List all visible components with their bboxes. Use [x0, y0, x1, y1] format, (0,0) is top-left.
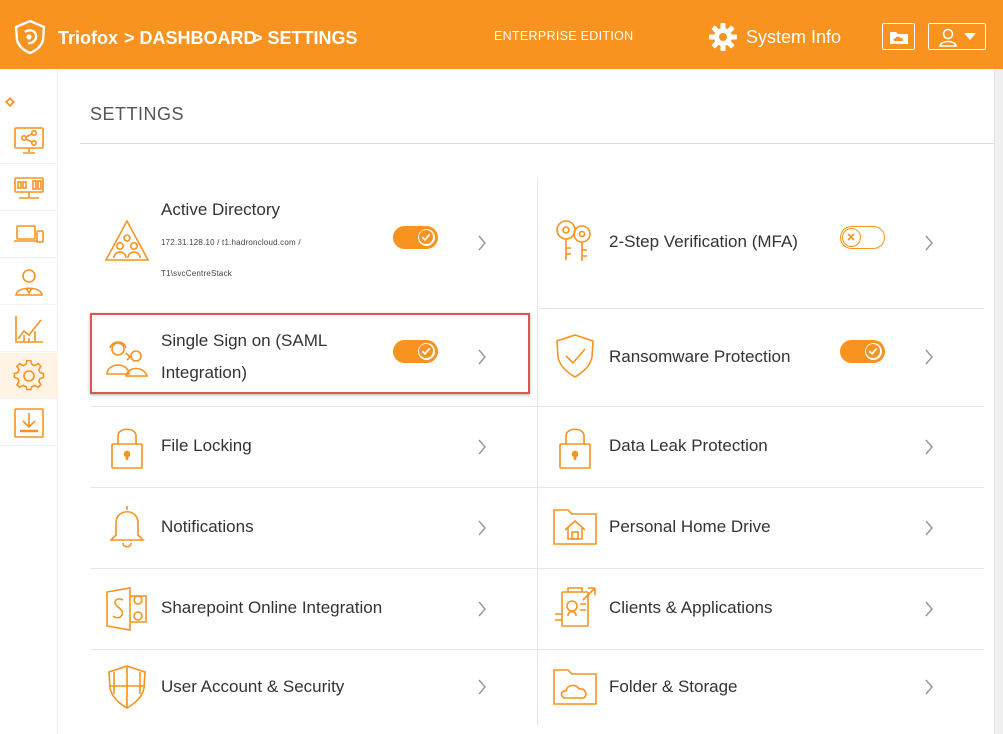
brand-name[interactable]: Triofox	[58, 28, 118, 49]
active-directory-label: Active Directory	[161, 200, 281, 219]
chevron-right-icon	[925, 601, 933, 617]
cloud-folder-icon	[553, 669, 597, 705]
mfa-label: 2-Step Verification (MFA)	[609, 232, 798, 251]
notifications-label: Notifications	[161, 517, 254, 536]
gear-icon	[709, 23, 737, 51]
file-locking-label: File Locking	[161, 436, 252, 455]
chevron-right-icon	[478, 235, 486, 251]
settings-tile-personal-home-drive[interactable]: Personal Home Drive	[538, 488, 984, 568]
chevron-right-icon	[478, 520, 486, 536]
chevron-right-icon	[925, 235, 933, 251]
user-icon	[939, 28, 957, 47]
sidebar-item-downloads[interactable]	[0, 400, 58, 446]
sidebar-item-devices[interactable]	[0, 212, 58, 258]
clients-applications-label: Clients & Applications	[609, 598, 773, 617]
vertical-scrollbar[interactable]	[994, 69, 1003, 734]
settings-tile-user-account-security[interactable]: User Account & Security	[90, 650, 536, 726]
bell-icon	[109, 506, 145, 548]
chevron-right-icon	[478, 601, 486, 617]
ransomware-label: Ransomware Protection	[609, 347, 791, 366]
active-directory-icon	[104, 219, 150, 261]
server-icon	[14, 176, 44, 199]
user-account-security-label: User Account & Security	[161, 677, 345, 696]
settings-tile-ransomware[interactable]: Ransomware Protection	[538, 309, 984, 406]
clients-applications-icon	[555, 587, 596, 627]
settings-tile-file-locking[interactable]: File Locking	[90, 407, 536, 487]
sidebar-item-reports[interactable]	[0, 306, 58, 352]
chevron-down-icon	[964, 33, 976, 40]
personal-home-drive-label: Personal Home Drive	[609, 517, 771, 536]
active-directory-account: T1\svcCentreStack	[161, 269, 232, 278]
edition-label: ENTERPRISE EDITION	[494, 29, 634, 43]
home-folder-icon	[553, 509, 597, 545]
checkmark-icon	[419, 230, 433, 244]
single-sign-on-label-line1: Single Sign on (SAML	[161, 331, 328, 350]
settings-tile-folder-storage[interactable]: Folder & Storage	[538, 650, 984, 726]
chart-icon	[15, 315, 43, 343]
data-leak-protection-label: Data Leak Protection	[609, 436, 768, 455]
mfa-toggle[interactable]	[840, 226, 885, 249]
single-sign-on-toggle[interactable]	[393, 340, 438, 363]
triofox-logo-icon[interactable]	[14, 20, 46, 54]
chevron-right-icon	[925, 439, 933, 455]
settings-tile-data-leak-protection[interactable]: Data Leak Protection	[538, 407, 984, 487]
top-bar: Triofox > DASHBOARD > SETTINGS ENTERPRIS…	[0, 0, 1003, 69]
download-icon	[14, 407, 44, 438]
single-sign-on-label-line2: Integration)	[161, 363, 247, 382]
sidebar-item-servers[interactable]	[0, 165, 58, 211]
devices-icon	[14, 224, 44, 243]
cloud-folder-icon	[889, 31, 908, 44]
chevron-right-icon	[925, 520, 933, 536]
chevron-right-icon	[478, 679, 486, 695]
folder-storage-label: Folder & Storage	[609, 677, 738, 696]
toggle-knob	[864, 342, 883, 361]
chevron-right-icon	[925, 349, 933, 365]
settings-tile-clients-applications[interactable]: Clients & Applications	[538, 569, 984, 649]
breadcrumb-dashboard[interactable]: > DASHBOARD	[124, 28, 257, 49]
toggle-knob	[417, 342, 436, 361]
sidebar-item-settings[interactable]	[0, 353, 58, 399]
settings-tile-notifications[interactable]: Notifications	[90, 488, 536, 568]
lock-icon	[111, 428, 143, 469]
sidebar-item-shares[interactable]	[0, 118, 58, 164]
shield-check-icon	[556, 334, 594, 378]
title-divider	[80, 143, 994, 144]
sidebar-item-users[interactable]	[0, 259, 58, 305]
chevron-right-icon	[925, 679, 933, 695]
active-directory-server: 172.31.128.10 / t1.hadroncloud.com /	[161, 238, 301, 247]
lock-icon	[559, 428, 591, 469]
toggle-knob	[417, 228, 436, 247]
ransomware-toggle[interactable]	[840, 340, 885, 363]
users-icon	[15, 268, 43, 296]
settings-tile-mfa[interactable]: 2-Step Verification (MFA)	[538, 178, 984, 308]
checkmark-icon	[866, 344, 880, 358]
system-info-label: System Info	[746, 26, 842, 47]
chevron-right-icon	[478, 349, 486, 365]
chevron-right-icon	[478, 439, 486, 455]
sharepoint-label: Sharepoint Online Integration	[161, 598, 383, 617]
share-icon	[14, 126, 44, 154]
settings-tile-sharepoint[interactable]: Sharepoint Online Integration	[90, 569, 536, 649]
x-mark-icon	[847, 233, 855, 241]
toggle-knob	[842, 228, 861, 247]
cloud-folder-button[interactable]	[882, 23, 915, 50]
settings-tile-active-directory[interactable]: Active Directory 172.31.128.10 / t1.hadr…	[90, 178, 536, 308]
user-menu-button[interactable]	[928, 23, 986, 50]
system-info-button[interactable]: System Info	[708, 22, 841, 52]
pin-icon[interactable]	[4, 96, 16, 108]
sharepoint-icon	[106, 587, 147, 631]
single-sign-on-icon	[106, 341, 149, 377]
keys-icon	[556, 220, 591, 261]
active-directory-toggle[interactable]	[393, 226, 438, 249]
checkmark-icon	[419, 344, 433, 358]
breadcrumb-settings: > SETTINGS	[252, 28, 358, 48]
settings-tile-single-sign-on[interactable]: Single Sign on (SAML Integration)	[90, 309, 536, 406]
gear-icon	[13, 359, 45, 390]
shield-icon	[108, 665, 146, 709]
page-title: SETTINGS	[90, 104, 185, 124]
